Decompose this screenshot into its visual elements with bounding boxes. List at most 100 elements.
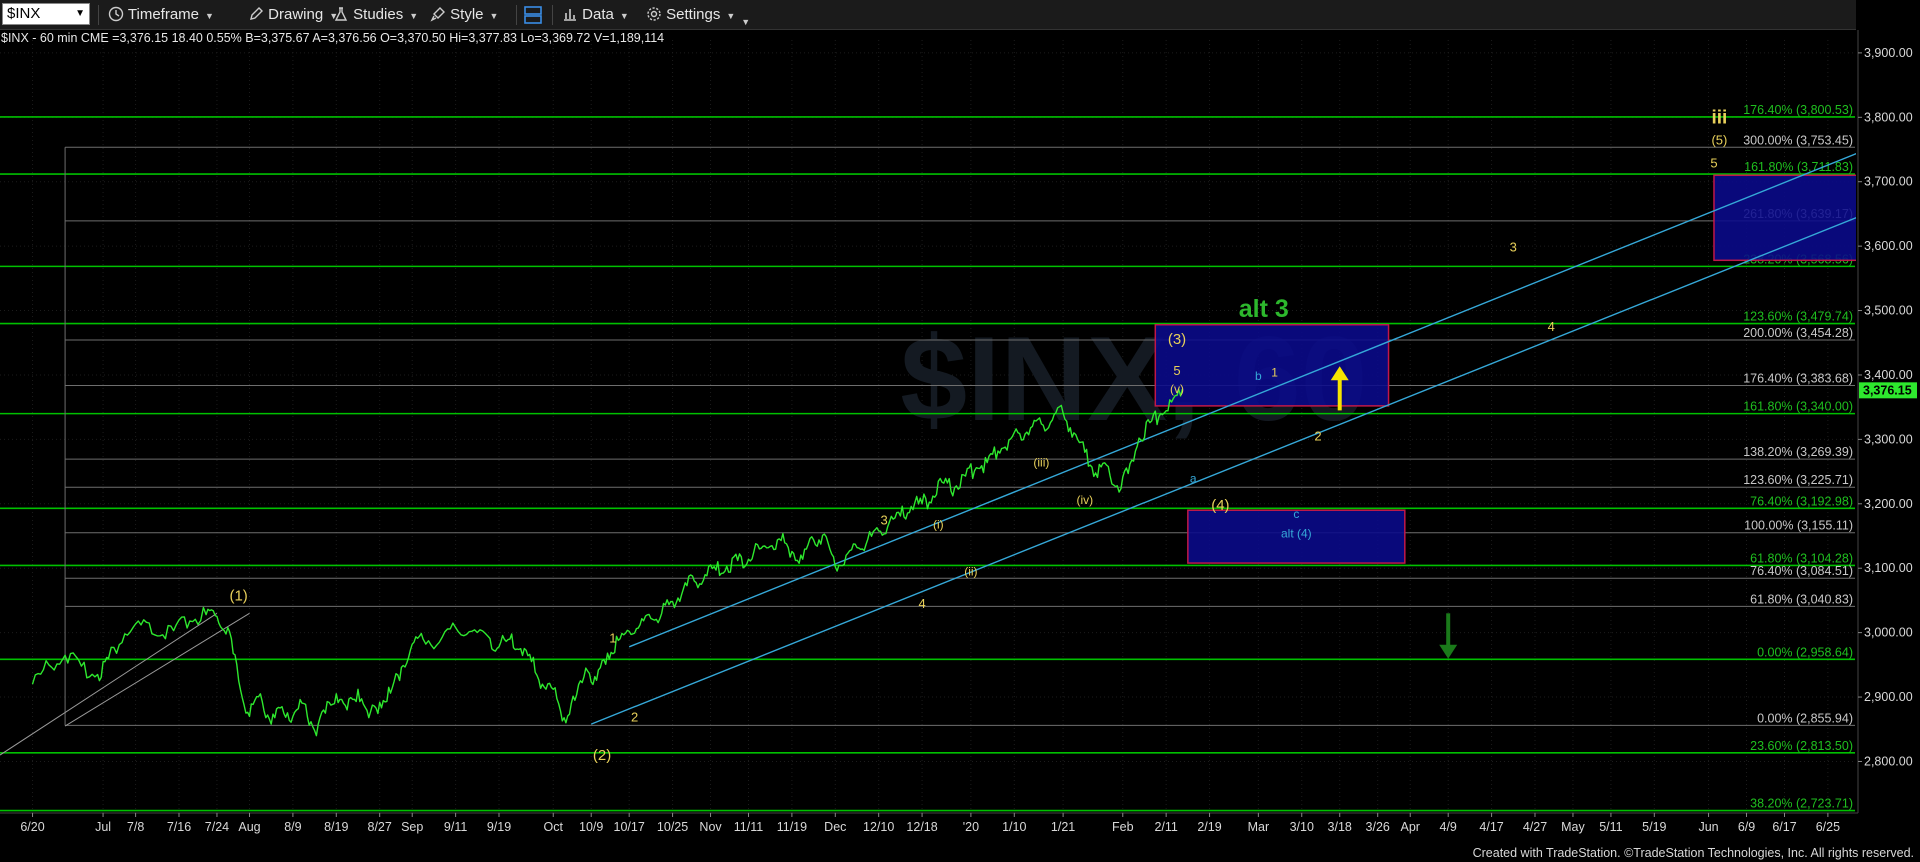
price-axis-label: 3,300.00 (1864, 432, 1913, 446)
fib-level-label: 123.60% (3,479.74) (1743, 310, 1853, 324)
time-axis-label: 1/10 (1002, 820, 1026, 834)
wave-label: c (1293, 507, 1299, 521)
price-axis-label: 2,800.00 (1864, 754, 1913, 768)
time-axis-label: 11/19 (777, 820, 807, 834)
time-axis-label: 12/10 (863, 820, 894, 834)
price-chart[interactable]: $INX, 60176.40% (3,800.53)300.00% (3,753… (0, 0, 1920, 862)
time-axis-label: 7/16 (167, 820, 191, 834)
fib-level-label: 176.40% (3,800.53) (1743, 103, 1853, 117)
time-axis-label: Nov (699, 820, 722, 834)
fib-level-label: 76.40% (3,192.98) (1750, 494, 1853, 508)
wave-label: 3 (1510, 239, 1517, 254)
time-axis-label: Feb (1112, 820, 1134, 834)
wave-label: iii (1711, 108, 1727, 129)
time-axis-label: 2/19 (1197, 820, 1221, 834)
fib-level-label: 100.00% (3,155.11) (1744, 519, 1853, 533)
wave-label: 1 (1271, 365, 1278, 379)
wave-label: alt (4) (1281, 526, 1312, 540)
wave-label: (v) (1170, 382, 1184, 396)
time-axis-label: 1/21 (1051, 820, 1075, 834)
wave-label: 2 (631, 710, 638, 725)
time-axis-label: 4/17 (1479, 820, 1503, 834)
wave-label: (2) (593, 747, 611, 764)
fib-level-label: 176.40% (3,383.68) (1743, 371, 1853, 385)
time-axis-label: 3/10 (1290, 820, 1314, 834)
wave-label: (iv) (1076, 493, 1093, 507)
fib-level-label: 138.20% (3,269.39) (1743, 445, 1853, 459)
time-axis-label: 6/20 (20, 820, 44, 834)
time-axis-label: '20 (963, 820, 979, 834)
last-price-label: 3,376.15 (1863, 383, 1912, 397)
time-axis-label: 6/25 (1816, 820, 1840, 834)
wave-label: 5 (1173, 363, 1180, 378)
wave-label: b (1255, 369, 1262, 383)
time-axis-label: Mar (1248, 820, 1270, 834)
price-axis-label: 3,900.00 (1864, 46, 1913, 60)
time-axis-label: 10/17 (614, 820, 645, 834)
fib-level-label: 123.60% (3,225.71) (1743, 473, 1853, 487)
price-axis-label: 3,000.00 (1864, 626, 1913, 640)
wave-label: (4) (1211, 497, 1229, 514)
down-arrow-head (1439, 644, 1458, 659)
time-axis-label: Aug (238, 820, 260, 834)
time-axis-label: 3/18 (1328, 820, 1352, 834)
time-axis-label: 12/18 (906, 820, 937, 834)
time-axis-label: 9/11 (444, 820, 467, 834)
time-axis-label: Oct (544, 820, 564, 834)
time-axis-label: 3/26 (1366, 820, 1390, 834)
fib-level-label: 0.00% (2,958.64) (1757, 645, 1853, 659)
wave-label: (i) (933, 517, 944, 531)
wave-label: alt 3 (1239, 295, 1289, 323)
wave-label: (3) (1168, 331, 1186, 348)
wave-label: 4 (1548, 319, 1555, 334)
time-axis-label: 2/11 (1154, 820, 1177, 834)
time-axis-label: 6/17 (1772, 820, 1796, 834)
time-axis-label: 8/27 (368, 820, 392, 834)
wave-label: (ii) (964, 564, 977, 578)
fib-level-label: 0.00% (2,855.94) (1757, 711, 1853, 725)
time-axis-label: 6/9 (1738, 820, 1755, 834)
time-axis-label: 5/11 (1599, 820, 1622, 834)
time-axis-label: Apr (1401, 820, 1420, 834)
fib-level-label: 23.60% (2,813.50) (1750, 739, 1853, 753)
time-axis-label: 4/27 (1523, 820, 1547, 834)
time-axis-label: 10/9 (579, 820, 603, 834)
fib-level-label: 200.00% (3,454.28) (1743, 326, 1853, 340)
price-axis-label: 2,900.00 (1864, 690, 1913, 704)
time-axis-label: May (1561, 820, 1585, 834)
fib-level-label: 76.40% (3,084.51) (1750, 564, 1853, 578)
price-axis-label: 3,200.00 (1864, 497, 1913, 511)
trend-line-early (64, 612, 250, 727)
time-axis-label: Jun (1698, 820, 1718, 834)
price-axis-label: 3,600.00 (1864, 239, 1913, 253)
price-axis-label: 3,400.00 (1864, 368, 1913, 382)
fib-level-label: 161.80% (3,340.00) (1743, 400, 1853, 414)
price-axis-background (1856, 0, 1920, 862)
time-axis-label: 9/19 (487, 820, 511, 834)
wave-label: 1 (609, 630, 616, 645)
time-axis-label: Dec (824, 820, 846, 834)
time-axis-label: 11/11 (734, 820, 763, 834)
fib-level-label: 300.00% (3,753.45) (1743, 133, 1853, 147)
time-axis-label: 7/8 (127, 820, 144, 834)
price-axis-label: 3,700.00 (1864, 175, 1913, 189)
wave-label: a (1190, 472, 1197, 486)
fib-level-label: 38.20% (2,723.71) (1750, 797, 1853, 811)
time-axis-label: 10/25 (657, 820, 688, 834)
time-axis-label: 4/9 (1440, 820, 1457, 834)
price-axis-label: 3,100.00 (1864, 561, 1913, 575)
wave-label: (1) (229, 587, 247, 604)
time-axis-label: Sep (401, 820, 423, 834)
wave-label: 3 (880, 512, 887, 527)
time-axis-label: 8/19 (324, 820, 348, 834)
price-axis-label: 3,500.00 (1864, 304, 1913, 318)
fib-level-label: 61.80% (3,040.83) (1750, 592, 1853, 606)
wave-label: 5 (1710, 156, 1717, 171)
time-axis-label: 7/24 (205, 820, 229, 834)
wave-label: 4 (918, 596, 925, 611)
price-axis-label: 3,800.00 (1864, 110, 1913, 124)
wave-label: (5) (1711, 132, 1727, 147)
time-axis-label: Jul (95, 820, 111, 834)
time-axis-label: 5/19 (1642, 820, 1666, 834)
wave-label: (iii) (1033, 455, 1049, 469)
